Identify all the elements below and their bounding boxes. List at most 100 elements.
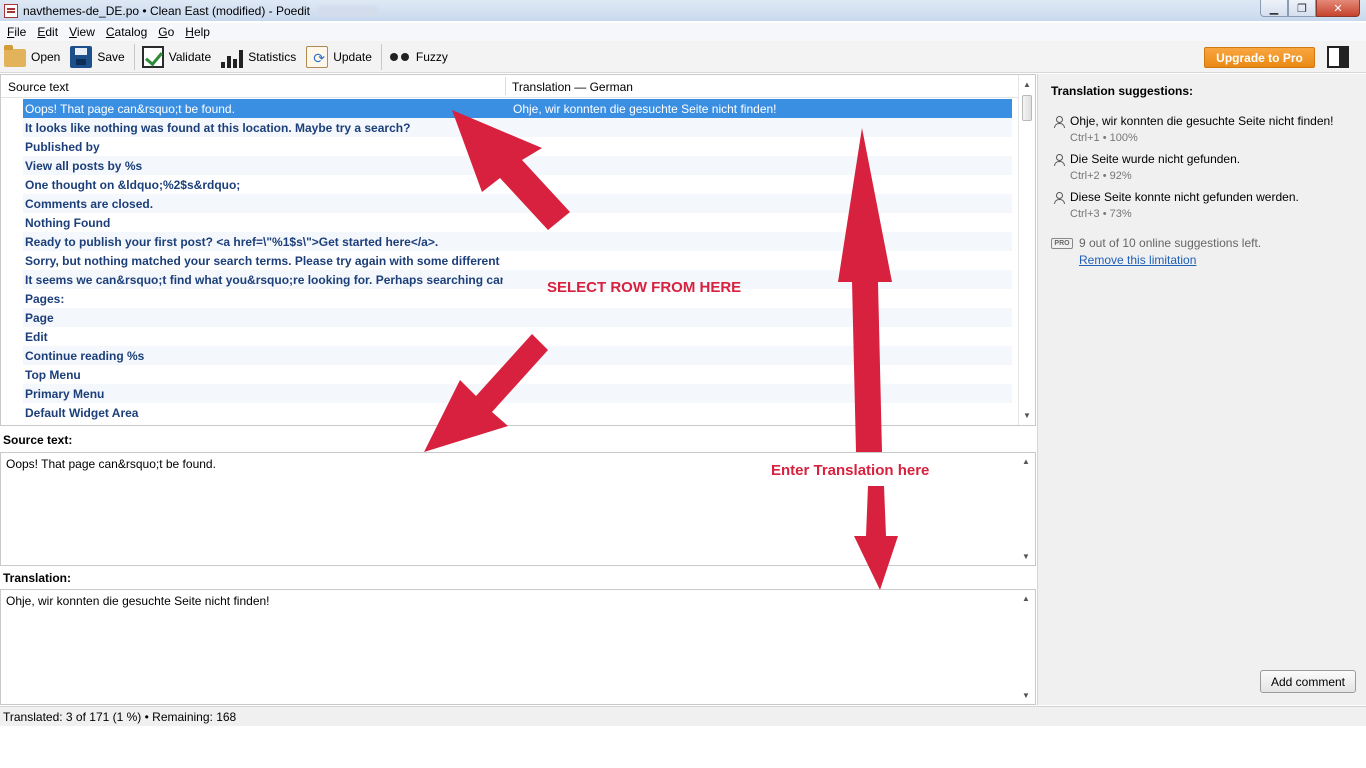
column-header-source[interactable]: Source text <box>8 80 69 94</box>
table-row[interactable]: Edit <box>23 327 1012 346</box>
save-label: Save <box>97 49 125 64</box>
sidebar-toggle-icon[interactable] <box>1327 46 1349 68</box>
table-row[interactable]: Sorry, but nothing matched your search t… <box>23 251 1012 270</box>
open-button[interactable]: Open <box>0 43 66 71</box>
row-source-text: Edit <box>25 329 48 344</box>
toolbar-separator <box>133 43 135 70</box>
list-header: Source text Translation — German <box>1 75 1018 98</box>
row-source-text: Continue reading %s <box>25 348 145 363</box>
source-text-label: Source text: <box>3 433 73 447</box>
row-source-text: Published by <box>25 139 100 154</box>
table-row[interactable]: Comments are closed. <box>23 194 1012 213</box>
fuzzy-label: Fuzzy <box>415 49 448 64</box>
scroll-down-arrow-icon[interactable]: ▼ <box>1022 552 1030 561</box>
remove-limitation-link[interactable]: Remove this limitation <box>1079 253 1196 267</box>
translation-scrollbar[interactable]: ▲ ▼ <box>1018 590 1035 704</box>
row-source-text: Comments are closed. <box>25 196 154 211</box>
menu-edit[interactable]: Edit <box>37 25 58 39</box>
menu-bar: File Edit View Catalog Go Help <box>0 23 1366 41</box>
suggestion-text[interactable]: Die Seite wurde nicht gefunden. <box>1070 152 1240 166</box>
scroll-down-arrow-icon[interactable]: ▼ <box>1022 691 1030 700</box>
scroll-up-arrow-icon[interactable]: ▲ <box>1023 80 1031 89</box>
table-row[interactable]: It seems we can&rsquo;t find what you&rs… <box>23 270 1012 289</box>
row-source-text: Primary Menu <box>25 386 105 401</box>
bar-chart-icon <box>221 46 244 68</box>
source-text-value: Oops! That page can&rsquo;t be found. <box>6 457 216 471</box>
table-row[interactable]: Published by <box>23 137 1012 156</box>
translation-value[interactable]: Ohje, wir konnten die gesuchte Seite nic… <box>6 594 270 608</box>
suggestion-text[interactable]: Ohje, wir konnten die gesuchte Seite nic… <box>1070 114 1334 128</box>
row-source-text: It seems we can&rsquo;t find what you&rs… <box>25 272 503 287</box>
toolbar: Open Save Validate Statistics Update Fuz… <box>0 41 1366 73</box>
row-source-text: One thought on &ldquo;%2$s&rdquo; <box>25 177 241 192</box>
suggestion-text[interactable]: Diese Seite konnte nicht gefunden werden… <box>1070 190 1299 204</box>
suggestion-meta: Ctrl+1 • 100% <box>1070 132 1138 144</box>
window-title: navthemes-de_DE.po • Clean East (modifie… <box>23 3 311 18</box>
person-icon <box>1054 154 1065 166</box>
table-row[interactable]: It looks like nothing was found at this … <box>23 118 1012 137</box>
table-row[interactable]: Ready to publish your first post? <a hre… <box>23 232 1012 251</box>
menu-view[interactable]: View <box>69 25 95 39</box>
table-row[interactable]: Top Menu <box>23 365 1012 384</box>
validate-button[interactable]: Validate <box>138 43 217 71</box>
close-button[interactable]: ✕ <box>1316 0 1360 17</box>
person-icon <box>1054 192 1065 204</box>
table-row[interactable]: Nothing Found <box>23 213 1012 232</box>
translation-list: Source text Translation — German Oops! T… <box>0 74 1036 426</box>
row-source-text: Pages: <box>25 291 65 306</box>
update-button[interactable]: Update <box>302 43 378 71</box>
upgrade-to-pro-button[interactable]: Upgrade to Pro <box>1204 47 1315 68</box>
row-source-text: It looks like nothing was found at this … <box>25 120 411 135</box>
table-row[interactable]: One thought on &ldquo;%2$s&rdquo; <box>23 175 1012 194</box>
row-source-text: View all posts by %s <box>25 158 143 173</box>
row-source-text: Oops! That page can&rsquo;t be found. <box>25 101 235 116</box>
open-label: Open <box>31 49 61 64</box>
fuzzy-button[interactable]: Fuzzy <box>385 43 454 71</box>
translation-input[interactable]: Ohje, wir konnten die gesuchte Seite nic… <box>0 589 1036 705</box>
scroll-up-arrow-icon[interactable]: ▲ <box>1022 457 1030 466</box>
suggestions-sidebar: Translation suggestions: Ohje, wir konnt… <box>1037 74 1366 705</box>
table-row-selected[interactable]: Oops! That page can&rsquo;t be found. Ohj… <box>23 99 1012 118</box>
update-label: Update <box>333 49 372 64</box>
table-row[interactable]: Continue reading %s <box>23 346 1012 365</box>
poedit-app-icon <box>4 3 18 18</box>
row-source-text: Ready to publish your first post? <a hre… <box>25 234 439 249</box>
table-row[interactable]: Pages: <box>23 289 1012 308</box>
list-scrollbar[interactable]: ▲ ▼ <box>1018 75 1035 425</box>
menu-go[interactable]: Go <box>158 25 174 39</box>
column-header-translation[interactable]: Translation — German <box>512 80 633 94</box>
suggestions-title: Translation suggestions: <box>1051 84 1194 98</box>
scroll-up-arrow-icon[interactable]: ▲ <box>1022 594 1030 603</box>
scroll-down-arrow-icon[interactable]: ▼ <box>1023 411 1031 420</box>
column-separator[interactable] <box>505 77 506 95</box>
statistics-button[interactable]: Statistics <box>217 43 302 71</box>
add-comment-button[interactable]: Add comment <box>1260 670 1356 693</box>
menu-help[interactable]: Help <box>185 25 210 39</box>
row-source-text: Nothing Found <box>25 215 111 230</box>
table-row[interactable]: Default Widget Area <box>23 403 1012 422</box>
suggestion-meta: Ctrl+3 • 73% <box>1070 208 1132 220</box>
person-icon <box>1054 116 1065 128</box>
menu-catalog[interactable]: Catalog <box>106 25 147 39</box>
pro-badge: PRO <box>1051 238 1073 249</box>
suggestion-meta: Ctrl+2 • 92% <box>1070 170 1132 182</box>
maximize-button[interactable]: ❐ <box>1288 0 1316 17</box>
status-text: Translated: 3 of 171 (1 %) • Remaining: … <box>3 709 237 724</box>
table-row[interactable]: Page <box>23 308 1012 327</box>
menu-file[interactable]: File <box>7 25 26 39</box>
minimize-button[interactable]: ▁ <box>1260 0 1288 17</box>
folder-icon <box>4 44 26 67</box>
table-row[interactable]: Primary Menu <box>23 384 1012 403</box>
title-bar: navthemes-de_DE.po • Clean East (modifie… <box>0 0 1366 21</box>
save-button[interactable]: Save <box>66 43 130 71</box>
scroll-thumb[interactable] <box>1022 95 1032 121</box>
sunglasses-icon <box>389 46 411 68</box>
status-bar: Translated: 3 of 171 (1 %) • Remaining: … <box>0 706 1366 726</box>
row-source-text: Default Widget Area <box>25 405 139 420</box>
window-controls: ▁ ❐ ✕ <box>1260 0 1360 17</box>
suggestions-left-count: 9 out of 10 online suggestions left. <box>1079 236 1262 250</box>
table-row[interactable]: View all posts by %s <box>23 156 1012 175</box>
source-scrollbar[interactable]: ▲ ▼ <box>1018 453 1035 565</box>
translation-label: Translation: <box>3 571 72 585</box>
row-translation-text: Ohje, wir konnten die gesuchte Seite nic… <box>513 101 777 116</box>
